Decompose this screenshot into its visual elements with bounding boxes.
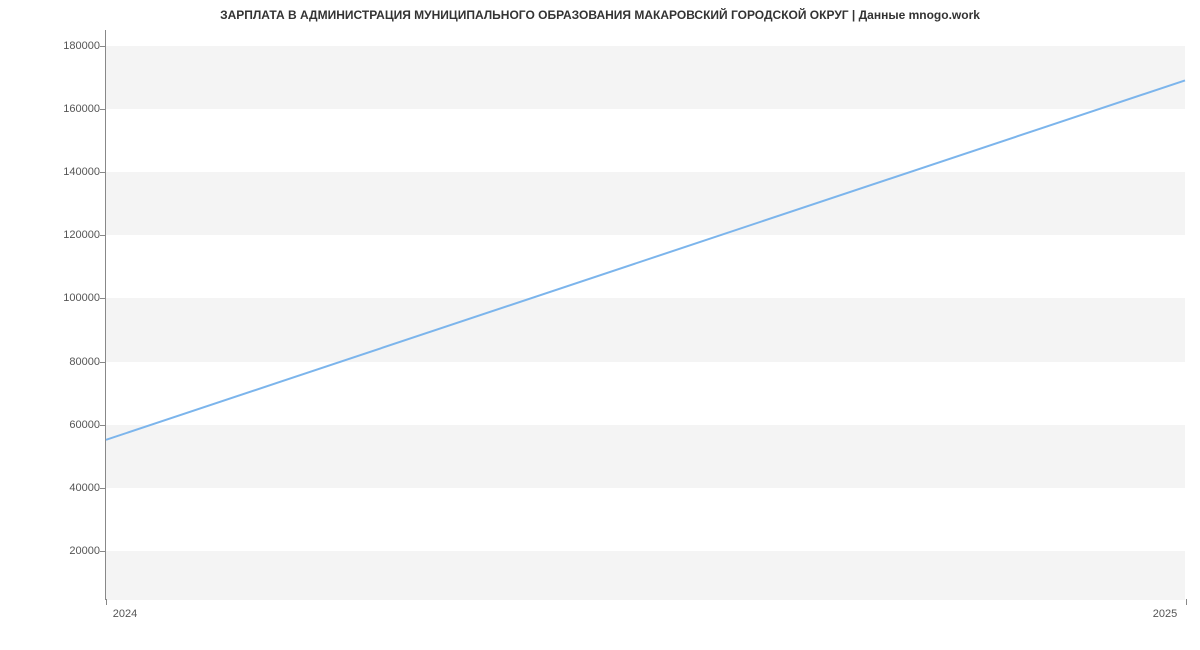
chart-title: ЗАРПЛАТА В АДМИНИСТРАЦИЯ МУНИЦИПАЛЬНОГО …: [0, 0, 1200, 22]
x-tick: [1186, 599, 1187, 605]
x-tick: [106, 599, 107, 605]
y-tick-label: 100000: [40, 292, 100, 304]
y-tick-label: 120000: [40, 229, 100, 241]
x-tick-label: 2024: [113, 608, 137, 620]
y-tick-label: 60000: [40, 419, 100, 431]
y-tick-label: 20000: [40, 545, 100, 557]
y-tick-label: 40000: [40, 482, 100, 494]
y-tick-label: 80000: [40, 356, 100, 368]
y-tick-label: 140000: [40, 166, 100, 178]
x-tick-label: 2025: [1153, 608, 1177, 620]
y-tick-label: 160000: [40, 103, 100, 115]
plot-area: [105, 30, 1185, 600]
y-tick-label: 180000: [40, 40, 100, 52]
line-series: [106, 80, 1185, 439]
